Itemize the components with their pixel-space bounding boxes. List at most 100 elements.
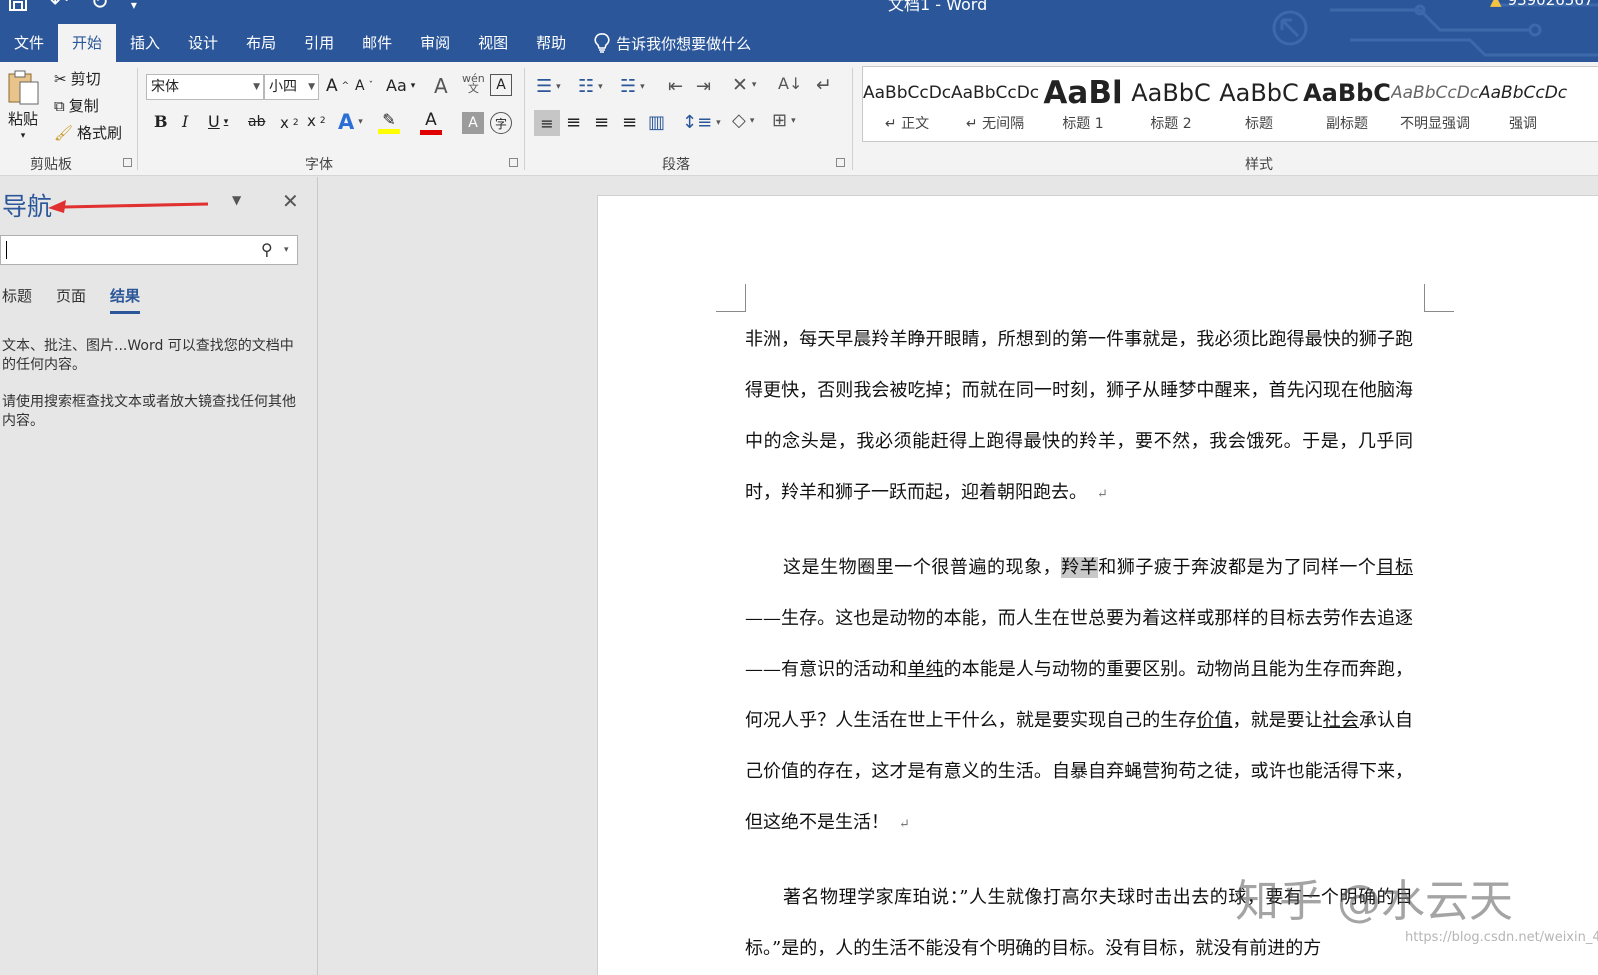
search-icon[interactable]: ⚲	[261, 240, 273, 259]
justify-icon[interactable]: ≡	[622, 112, 637, 133]
paragraph: 非洲，每天早晨羚羊睁开眼睛，所想到的第一件事就是，我必须比跑得最快的狮子跑得更快…	[745, 314, 1413, 520]
clear-formatting-icon[interactable]: A	[434, 74, 448, 98]
nav-hint-text: 文本、批注、图片...Word 可以查找您的文档中的任何内容。	[2, 338, 294, 373]
nav-tab-headings[interactable]: 标题	[2, 285, 32, 314]
scissors-icon: ✂	[54, 69, 67, 88]
title-bar: ↶ ↻ ▾ 文档1 - Word ▲ 939026567 文件 开始 插入 设计 …	[0, 0, 1598, 62]
style-heading-1[interactable]: AaBl 标题 1	[1039, 67, 1127, 143]
format-painter-button[interactable]: 🖌 格式刷	[54, 122, 122, 143]
tab-mailings[interactable]: 邮件	[348, 24, 406, 62]
paragraph-mark: ↵	[1097, 487, 1108, 502]
tab-design[interactable]: 设计	[174, 24, 232, 62]
tab-view[interactable]: 视图	[464, 24, 522, 62]
style-name: 副标题	[1326, 116, 1368, 132]
phonetic-guide-icon[interactable]: wén 文	[462, 73, 485, 94]
tab-home[interactable]: 开始	[58, 24, 117, 62]
style-no-spacing[interactable]: AaBbCcDc ↵ 无间隔	[951, 67, 1039, 143]
redo-icon[interactable]: ↻	[90, 0, 108, 18]
search-dropdown-icon[interactable]: ▾	[284, 245, 289, 255]
group-separator	[137, 68, 138, 170]
undo-icon[interactable]: ↶	[50, 0, 68, 18]
nav-options-dropdown-icon[interactable]: ▼	[232, 193, 241, 207]
save-icon[interactable]	[8, 0, 28, 18]
paragraph-launcher-icon[interactable]	[836, 158, 845, 167]
underlined-text: 单纯	[907, 659, 944, 680]
text-effects-icon[interactable]: A ▾	[338, 110, 363, 134]
text-run: ，就是要让	[1232, 710, 1323, 731]
customize-qat-icon[interactable]: ▾	[131, 0, 137, 18]
tab-file[interactable]: 文件	[0, 24, 58, 62]
change-case-button[interactable]: Aa ▾	[386, 76, 415, 95]
subscript-icon[interactable]: x2	[280, 114, 299, 132]
paragraph-group-label: 段落	[662, 157, 690, 173]
document-page[interactable]: 非洲，每天早晨羚羊睁开眼睛，所想到的第一件事就是，我必须比跑得最快的狮子跑得更快…	[597, 195, 1598, 975]
underline-icon[interactable]: U ▾	[208, 112, 228, 131]
text-run: 这是生物圈里一个很普遍的现象，	[783, 557, 1062, 578]
enclose-characters-icon[interactable]: 字	[490, 112, 512, 134]
style-title[interactable]: AaBbC 标题	[1215, 67, 1303, 143]
font-size-combo[interactable]: 小四 ▼	[264, 74, 319, 100]
style-emphasis[interactable]: AaBbCcDc 强调	[1479, 67, 1567, 143]
multilevel-list-icon[interactable]: ☵ ▾	[620, 76, 645, 97]
text-cursor	[6, 241, 7, 259]
tab-review[interactable]: 审阅	[406, 24, 464, 62]
bullets-icon[interactable]: ☰ ▾	[536, 76, 561, 97]
nav-tab-results[interactable]: 结果	[110, 285, 141, 314]
distributed-icon[interactable]: ▥	[648, 112, 665, 133]
strikethrough-icon[interactable]: ab	[248, 114, 265, 130]
change-case-label: Aa	[386, 76, 407, 95]
shading-icon[interactable]: ◇ ▾	[732, 110, 754, 131]
style-subtle-emphasis[interactable]: AaBbCcDc 不明显强调	[1391, 67, 1479, 143]
style-heading-2[interactable]: AaBbC 标题 2	[1127, 67, 1215, 143]
document-title: 文档1 - Word	[888, 0, 988, 14]
font-launcher-icon[interactable]	[509, 158, 518, 167]
superscript-icon[interactable]: x2	[307, 112, 326, 130]
nav-search-input[interactable]: ⚲ ▾	[0, 235, 298, 265]
tab-help[interactable]: 帮助	[522, 24, 580, 62]
font-color-icon[interactable]: A	[420, 110, 442, 135]
decrease-indent-icon[interactable]: ⇤	[668, 76, 683, 97]
style-sample: AaBbCcDc	[951, 83, 1039, 103]
lightbulb-icon	[594, 33, 610, 53]
nav-tab-pages[interactable]: 页面	[56, 285, 86, 314]
borders-icon[interactable]: ⊞ ▾	[772, 110, 796, 131]
style-sample: AaBbCcDc	[1479, 83, 1567, 103]
bold-icon[interactable]: B	[154, 112, 168, 131]
tab-references[interactable]: 引用	[290, 24, 348, 62]
font-size-value: 小四	[269, 79, 297, 95]
tell-me-box[interactable]: 告诉我你想要做什么	[594, 33, 751, 54]
sort-icon[interactable]: A↓	[778, 74, 802, 93]
chevron-down-icon: ▼	[308, 82, 315, 92]
tab-layout[interactable]: 布局	[232, 24, 290, 62]
align-center-icon[interactable]: ≡	[566, 112, 581, 133]
copy-button[interactable]: ⧉ 复制	[54, 95, 99, 116]
font-name-combo[interactable]: 宋体 ▼	[146, 74, 264, 100]
paste-button[interactable]: 粘贴 ▾	[6, 68, 40, 141]
shrink-font-button[interactable]: Aˇ	[355, 78, 373, 94]
nav-title: 导航	[2, 192, 53, 221]
style-subtitle[interactable]: AaBbC 副标题	[1303, 67, 1391, 143]
increase-indent-icon[interactable]: ⇥	[696, 76, 711, 97]
align-left-icon[interactable]: ≡	[534, 110, 560, 136]
cut-button[interactable]: ✂ 剪切	[54, 68, 101, 89]
line-spacing-icon[interactable]: ↕≡ ▾	[682, 112, 721, 133]
copy-label: 复制	[68, 97, 99, 115]
highlight-color-icon[interactable]: ✎	[378, 110, 400, 134]
chinese-layout-icon[interactable]: ✕ ▾	[732, 74, 756, 96]
tab-insert[interactable]: 插入	[116, 24, 174, 62]
paste-dropdown-icon[interactable]: ▾	[21, 131, 26, 141]
style-normal[interactable]: AaBbCcDc ↵ 正文	[863, 67, 951, 143]
paragraph-mark: ↵	[899, 817, 910, 832]
style-name: 强调	[1509, 116, 1537, 132]
close-icon[interactable]: ✕	[282, 189, 299, 213]
underlined-text: 社会	[1322, 710, 1359, 731]
grow-font-button[interactable]: A ^	[326, 76, 349, 96]
numbering-icon[interactable]: ☷ ▾	[578, 76, 603, 97]
italic-icon[interactable]: I	[182, 112, 188, 131]
character-border-icon[interactable]: A	[490, 74, 512, 96]
show-formatting-marks-icon[interactable]: ↵	[816, 74, 832, 96]
account-warning[interactable]: ▲ 939026567	[1490, 0, 1593, 9]
clipboard-launcher-icon[interactable]	[123, 158, 132, 167]
align-right-icon[interactable]: ≡	[594, 112, 609, 133]
character-shading-icon[interactable]: A	[462, 112, 484, 134]
